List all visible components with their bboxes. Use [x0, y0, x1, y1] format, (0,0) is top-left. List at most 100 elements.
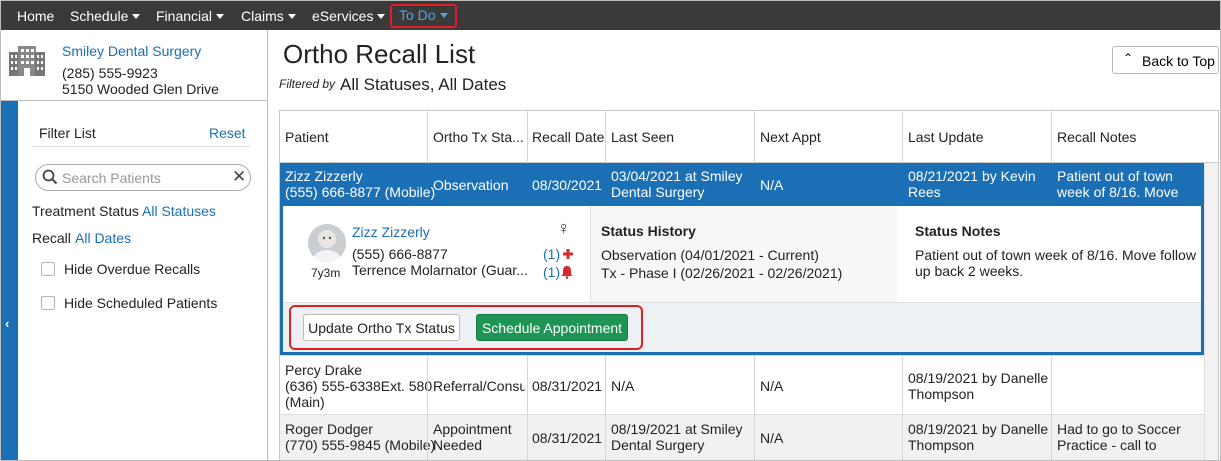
- last-seen-line1: 03/04/2021 at Smiley: [611, 168, 743, 184]
- caret-down-icon: [132, 14, 141, 19]
- recall-table: Patient Ortho Tx Sta... Recall Date Last…: [279, 110, 1219, 460]
- recall-notes-line2: Practice - call to: [1057, 437, 1157, 453]
- patient-name: Zizz Zizzerly: [285, 168, 363, 184]
- recall-notes-line1: Had to go to Soccer: [1057, 421, 1181, 437]
- filtered-by-label: Filtered by: [279, 77, 336, 91]
- nav-eservices[interactable]: eServices: [312, 8, 386, 24]
- app-window: Home Schedule Financial Claims eServices…: [0, 0, 1221, 461]
- medical-alert-count[interactable]: (1): [543, 246, 560, 262]
- divider: [902, 356, 903, 415]
- patient-phone: (770) 555-9845 (Mobile): [285, 437, 436, 453]
- hide-overdue-checkbox[interactable]: [41, 262, 55, 276]
- highlight-box-actions: [289, 305, 643, 350]
- back-to-top-label: Back to Top: [1142, 53, 1215, 69]
- divider: [1051, 415, 1052, 460]
- divider: [527, 415, 528, 460]
- nav-claims-label: Claims: [241, 8, 284, 24]
- nav-home[interactable]: Home: [17, 8, 54, 24]
- status-history-entry: Observation (04/01/2021 - Current): [601, 247, 819, 263]
- divider: [527, 111, 528, 163]
- alert-count[interactable]: (1): [543, 264, 560, 280]
- treatment-status-value[interactable]: All Statuses: [142, 203, 216, 219]
- table-header: Patient Ortho Tx Sta... Recall Date Last…: [280, 111, 1218, 163]
- col-ortho-status[interactable]: Ortho Tx Sta...: [433, 129, 525, 145]
- avatar-image: [308, 224, 346, 262]
- left-panel: Smiley Dental Surgery (285) 555-9923 515…: [1, 30, 268, 460]
- table-row-selected[interactable]: Zizz Zizzerly (555) 666-8877 (Mobile) Ob…: [280, 163, 1204, 206]
- recall-notes-line1: Patient out of town: [1057, 168, 1173, 184]
- col-last-update[interactable]: Last Update: [908, 129, 984, 145]
- divider: [605, 356, 606, 415]
- divider: [754, 111, 755, 163]
- status-notes-line2: up back 2 weeks.: [915, 263, 1024, 279]
- hide-overdue-label[interactable]: Hide Overdue Recalls: [64, 261, 200, 277]
- last-update-line1: 08/19/2021 by Danelle: [908, 421, 1049, 437]
- divider: [754, 415, 755, 460]
- last-update-line2: Thompson: [908, 437, 975, 453]
- divider: [527, 356, 528, 415]
- ortho-status: Referral/Consu: [433, 378, 525, 394]
- page-title: Ortho Recall List: [283, 39, 476, 69]
- col-recall-notes[interactable]: Recall Notes: [1057, 129, 1136, 145]
- next-appt: N/A: [760, 378, 784, 394]
- nav-schedule[interactable]: Schedule: [70, 8, 141, 24]
- patient-age: 7y3m: [311, 266, 341, 280]
- ortho-status-line2: Needed: [433, 437, 483, 453]
- practice-phone: (285) 555-9923: [62, 65, 158, 81]
- back-to-top-button[interactable]: ⌃ Back to Top: [1112, 46, 1219, 74]
- divider: [605, 111, 606, 163]
- caret-down-icon: [216, 14, 225, 19]
- last-update-line2: Thompson: [908, 386, 975, 402]
- table-scrollbar[interactable]: [1204, 163, 1218, 460]
- chevron-left-icon: ‹: [5, 316, 10, 331]
- divider: [32, 146, 250, 147]
- patient-name: Roger Dodger: [285, 421, 373, 437]
- table-row[interactable]: Percy Drake (636) 555-6338Ext. 580 (Main…: [280, 355, 1204, 415]
- nav-financial-label: Financial: [156, 8, 213, 24]
- filter-reset-link[interactable]: Reset: [209, 125, 246, 141]
- recall-label: Recall: [32, 230, 71, 246]
- nav-claims[interactable]: Claims: [241, 8, 296, 24]
- filter-list-title: Filter List: [39, 125, 96, 141]
- ortho-status-line1: Appointment: [433, 421, 512, 437]
- status-notes-title: Status Notes: [915, 223, 1001, 239]
- last-update-line1: 08/21/2021 by Kevin: [908, 168, 1036, 184]
- divider: [427, 111, 428, 163]
- female-icon: ♀: [557, 218, 571, 238]
- detail-actions-bar: Update Ortho Tx Status Schedule Appointm…: [283, 302, 1201, 352]
- recall-value[interactable]: All Dates: [75, 230, 131, 246]
- practice-info: Smiley Dental Surgery (285) 555-9923 515…: [1, 30, 268, 101]
- divider: [754, 356, 755, 415]
- bell-icon: [561, 266, 573, 279]
- detail-patient-name[interactable]: Zizz Zizzerly: [352, 224, 430, 240]
- patient-phone-type: (Main): [285, 394, 325, 410]
- caret-down-icon: [377, 14, 386, 19]
- col-last-seen[interactable]: Last Seen: [611, 129, 674, 145]
- collapse-sidebar-tab[interactable]: ‹: [1, 101, 18, 460]
- col-patient[interactable]: Patient: [285, 129, 329, 145]
- search-input[interactable]: [62, 169, 222, 186]
- recall-date: 08/31/2021: [532, 430, 603, 446]
- patient-search: ✕: [35, 164, 251, 191]
- hide-scheduled-checkbox[interactable]: [41, 296, 55, 310]
- practice-name[interactable]: Smiley Dental Surgery: [62, 43, 201, 59]
- divider: [1051, 111, 1052, 163]
- divider: [427, 415, 428, 460]
- building-icon: [9, 46, 45, 76]
- status-notes-line1: Patient out of town week of 8/16. Move f…: [915, 247, 1196, 263]
- clear-search-icon[interactable]: ✕: [232, 167, 246, 187]
- status-history-entry: Tx - Phase I (02/26/2021 - 02/26/2021): [601, 265, 843, 281]
- recall-date: 08/31/2021: [532, 378, 603, 394]
- nav-financial[interactable]: Financial: [156, 8, 225, 24]
- last-seen-line2: Dental Surgery: [611, 437, 705, 453]
- practice-address: 5150 Wooded Glen Drive: [62, 81, 219, 97]
- detail-responsible-party: Terrence Molarnator (Guar...: [352, 262, 528, 278]
- patient-phone: (636) 555-6338Ext. 580: [285, 378, 433, 394]
- col-recall-date[interactable]: Recall Date: [532, 129, 604, 145]
- caret-down-icon: [287, 14, 296, 19]
- col-next-appt[interactable]: Next Appt: [760, 129, 821, 145]
- hide-scheduled-label[interactable]: Hide Scheduled Patients: [64, 295, 217, 311]
- table-row[interactable]: Roger Dodger (770) 555-9845 (Mobile) App…: [280, 414, 1204, 460]
- last-update-line1: 08/19/2021 by Danelle: [908, 370, 1049, 386]
- status-history-title: Status History: [601, 223, 696, 239]
